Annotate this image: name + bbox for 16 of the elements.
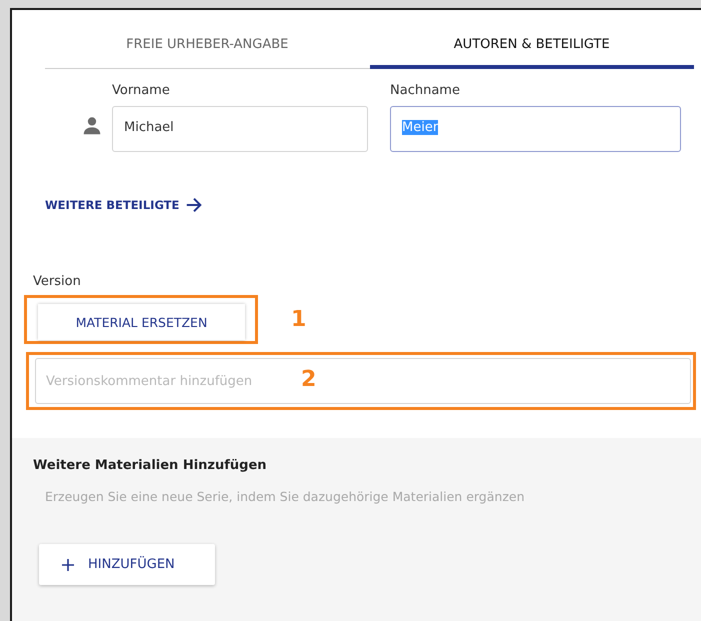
add-button[interactable]: HINZUFÜGEN xyxy=(39,544,215,585)
field-label: Nachname xyxy=(390,83,461,98)
annotation-number: 1 xyxy=(291,307,306,332)
more-contributors-link[interactable]: WEITERE BETEILIGTE xyxy=(45,196,204,214)
replace-material-button[interactable]: MATERIAL ERSETZEN xyxy=(38,304,245,340)
version-label: Version xyxy=(33,274,81,289)
annotation-number: 2 xyxy=(301,367,316,392)
tab[interactable]: FREIE URHEBER-ANGABE xyxy=(45,34,370,69)
field-label: Vorname xyxy=(112,83,171,98)
person-icon xyxy=(81,115,103,137)
section-description: Erzeugen Sie eine neue Serie, indem Sie dazugehörige Materialien ergänzen xyxy=(45,489,524,504)
plus-icon xyxy=(62,558,74,570)
section-title: Weitere Materialien Hinzufügen xyxy=(33,458,267,473)
tab[interactable]: AUTOREN & BETEILIGTE xyxy=(370,34,694,69)
arrow-right-icon xyxy=(185,196,204,214)
text-field[interactable]: Michael xyxy=(112,106,368,152)
